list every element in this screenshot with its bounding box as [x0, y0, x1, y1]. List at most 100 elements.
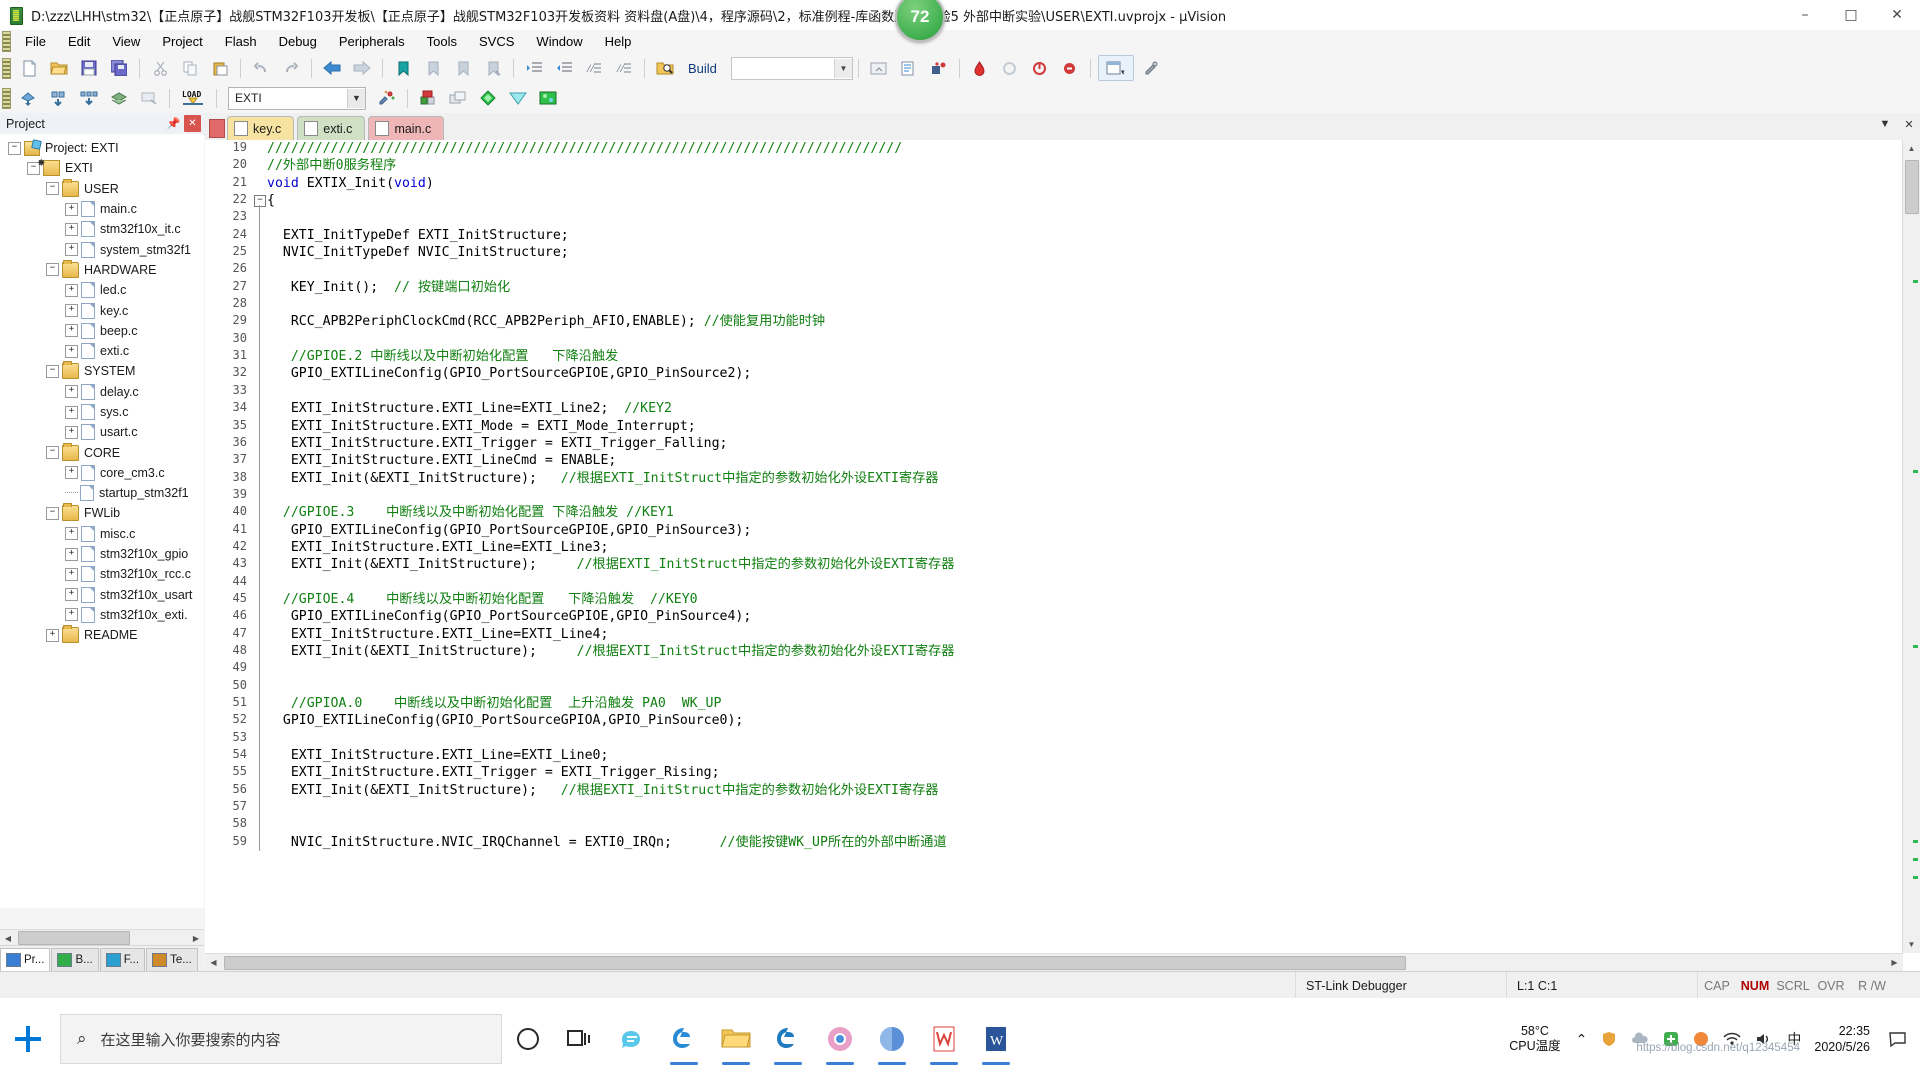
scroll-down-icon[interactable]: ▼ — [1903, 936, 1920, 953]
outdent-icon[interactable] — [551, 55, 577, 81]
notifications-icon[interactable] — [1882, 1031, 1920, 1047]
menu-debug[interactable]: Debug — [268, 32, 328, 51]
pin-icon[interactable]: 📌 — [165, 115, 182, 132]
code-line[interactable]: void EXTIX_Init(void) — [267, 175, 1902, 192]
save-icon[interactable] — [76, 55, 102, 81]
build-target-icon[interactable] — [46, 85, 72, 111]
menu-project[interactable]: Project — [151, 32, 213, 51]
scroll-right-icon[interactable]: ▶ — [1886, 955, 1903, 971]
editor-tab-exti-c[interactable]: exti.c — [297, 116, 366, 140]
source-code-text[interactable]: ////////////////////////////////////////… — [267, 140, 1902, 953]
code-line[interactable] — [267, 678, 1902, 695]
code-line[interactable]: GPIO_EXTILineConfig(GPIO_PortSourceGPIOE… — [267, 608, 1902, 625]
expand-icon[interactable]: + — [65, 243, 78, 257]
stop-build-icon[interactable] — [136, 85, 162, 111]
expand-icon[interactable]: + — [65, 385, 78, 399]
menu-window[interactable]: Window — [525, 32, 593, 51]
code-line[interactable]: EXTI_InitStructure.EXTI_LineCmd = ENABLE… — [267, 452, 1902, 469]
code-line[interactable] — [267, 574, 1902, 591]
templates-window-icon[interactable] — [535, 85, 561, 111]
chevron-down-icon[interactable]: ▼ — [833, 58, 852, 78]
code-line[interactable] — [267, 816, 1902, 833]
code-line[interactable]: GPIO_EXTILineConfig(GPIO_PortSourceGPIOA… — [267, 712, 1902, 729]
windows-start-icon[interactable] — [0, 1011, 56, 1067]
expand-icon[interactable]: + — [65, 344, 78, 358]
menu-view[interactable]: View — [101, 32, 151, 51]
target-select[interactable]: EXTI ▼ — [228, 86, 366, 110]
expand-icon[interactable]: + — [46, 628, 59, 642]
bookmark-clear-icon[interactable] — [480, 55, 506, 81]
bookmark-toggle-icon[interactable] — [390, 55, 416, 81]
pane-tab-2[interactable]: F... — [99, 948, 146, 971]
project-window-icon[interactable] — [445, 85, 471, 111]
close-icon[interactable]: ✕ — [184, 115, 201, 132]
tree-item[interactable]: startup_stm32f1 — [0, 483, 204, 503]
wps-icon[interactable] — [918, 1011, 970, 1067]
code-line[interactable] — [267, 296, 1902, 313]
collapse-icon[interactable]: − — [46, 182, 59, 196]
tree-item[interactable]: + stm32f10x_it.c — [0, 219, 204, 239]
expand-icon[interactable]: + — [65, 588, 78, 602]
functions-window-icon[interactable] — [505, 85, 531, 111]
debug-window-icon[interactable] — [896, 55, 922, 81]
vscroll-thumb[interactable] — [1905, 160, 1919, 214]
download-load-button[interactable]: LOAD — [177, 85, 209, 111]
tree-item[interactable]: + README — [0, 625, 204, 645]
navigate-back-icon[interactable] — [319, 55, 345, 81]
file-explorer-icon[interactable] — [710, 1011, 762, 1067]
tree-item[interactable]: + delay.c — [0, 382, 204, 402]
editor-tab-key-c[interactable]: key.c — [227, 116, 295, 140]
expand-icon[interactable]: + — [65, 527, 78, 541]
bookmark-prev-icon[interactable] — [420, 55, 446, 81]
menu-tools[interactable]: Tools — [416, 32, 468, 51]
minimize-button[interactable]: – — [1782, 0, 1828, 30]
tree-item[interactable]: + main.c — [0, 199, 204, 219]
scroll-left-icon[interactable]: ◀ — [205, 955, 222, 971]
pane-tab-1[interactable]: B... — [51, 948, 99, 971]
expand-icon[interactable]: + — [65, 547, 78, 561]
batch-build-icon[interactable] — [106, 85, 132, 111]
code-line[interactable]: //外部中断0服务程序 — [267, 157, 1902, 174]
build-toolbar-grip-handle[interactable] — [2, 87, 11, 109]
bookmark-next-icon[interactable] — [450, 55, 476, 81]
fold-toggle-icon[interactable]: − — [254, 195, 266, 208]
collapse-icon[interactable]: − — [46, 446, 59, 460]
code-line[interactable]: EXTI_InitStructure.EXTI_Mode = EXTI_Mode… — [267, 418, 1902, 435]
tree-item[interactable]: + led.c — [0, 280, 204, 300]
code-line[interactable]: //GPIOE.2 中断线以及中断初始化配置 下降沿触发 — [267, 348, 1902, 365]
insert-breakpoint-icon[interactable] — [866, 55, 892, 81]
rebuild-all-icon[interactable] — [76, 85, 102, 111]
code-line[interactable] — [267, 261, 1902, 278]
save-all-icon[interactable] — [106, 55, 132, 81]
chevron-down-icon[interactable]: ▼ — [1878, 117, 1892, 131]
paste-icon[interactable] — [207, 55, 233, 81]
cpu-temperature-widget[interactable]: 58°C CPU温度 — [1501, 1024, 1568, 1054]
code-line[interactable]: KEY_Init(); // 按键端口初始化 — [267, 279, 1902, 296]
code-line[interactable]: //GPIOA.0 中断线以及中断初始化配置 上升沿触发 PA0 WK_UP — [267, 695, 1902, 712]
tree-item[interactable]: + stm32f10x_gpio — [0, 544, 204, 564]
stop-icon[interactable] — [1057, 55, 1083, 81]
scroll-up-icon[interactable]: ▲ — [1903, 140, 1920, 157]
tree-item[interactable]: − Project: EXTI — [0, 138, 204, 158]
editor-hscrollbar[interactable]: ◀ ▶ — [205, 953, 1903, 971]
code-line[interactable] — [267, 799, 1902, 816]
project-pane-tabs[interactable]: Pr... B... F... Te... — [0, 945, 204, 971]
expand-icon[interactable]: + — [65, 466, 78, 480]
start-debug-icon[interactable] — [967, 55, 993, 81]
editor-vscrollbar[interactable]: ▲ ▼ — [1902, 140, 1920, 953]
collapse-icon[interactable]: − — [46, 364, 59, 378]
menu-file[interactable]: File — [14, 32, 57, 51]
tree-item[interactable]: − HARDWARE — [0, 259, 204, 280]
pane-tab-0[interactable]: Pr... — [0, 948, 51, 971]
expand-icon[interactable]: + — [65, 567, 78, 581]
code-editor[interactable]: 19 20 21 22 23 24 25 26 27 28 29 30 31 32 33 34 35 36 37 38… — [205, 140, 1920, 971]
configuration-wizard-icon[interactable] — [1138, 55, 1164, 81]
multi-project-window-icon[interactable]: ▾ — [1097, 55, 1134, 81]
expand-icon[interactable]: + — [65, 324, 78, 338]
editor-tab-bar[interactable]: key.c exti.c main.c ▼ ✕ — [205, 113, 1920, 141]
comment-icon[interactable]: // — [581, 55, 607, 81]
clock-widget[interactable]: 22:35 2020/5/26 — [1808, 1023, 1882, 1055]
expand-icon[interactable]: + — [65, 425, 78, 439]
manage-project-items-icon[interactable] — [415, 85, 441, 111]
menu-edit[interactable]: Edit — [57, 32, 101, 51]
